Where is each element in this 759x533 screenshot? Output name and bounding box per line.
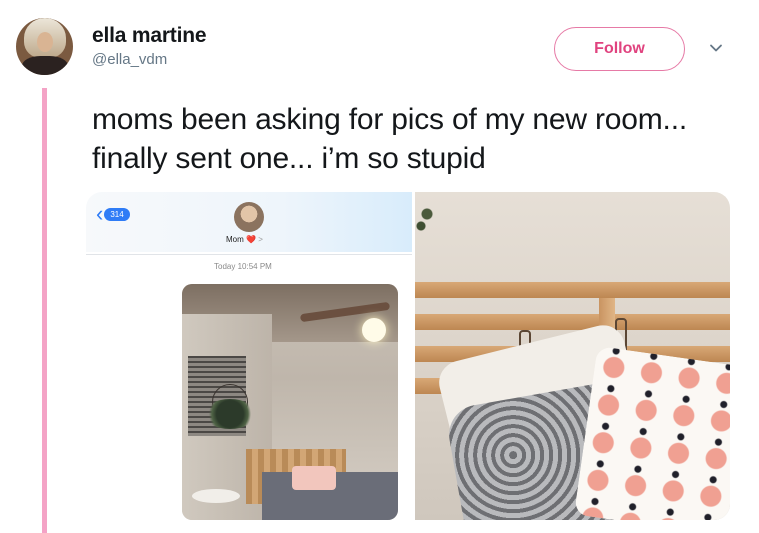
follow-button[interactable]: Follow [554,27,685,71]
nightstand [192,489,240,503]
tweet-text: moms been asking for pics of my new room… [92,103,687,175]
avatar[interactable] [16,18,73,75]
floral-pillow-pattern [573,345,730,520]
thread-line [42,88,47,533]
divider [86,254,412,255]
contact-avatar [234,202,264,232]
contact-name: Mom ❤️ > [226,235,263,244]
heart-icon: ❤️ [246,235,256,244]
chevron-left-icon: ‹ [96,201,104,226]
unread-count-badge: 314 [104,207,130,221]
author-handle[interactable]: @ella_vdm [92,51,167,68]
ceiling-fan-light [362,318,386,342]
author-name[interactable]: ella martine [92,24,207,48]
tweet-media[interactable]: ‹ 314 Mom ❤️ > Today 10:54 PM [86,192,730,520]
imessage-screenshot[interactable]: ‹ 314 Mom ❤️ > Today 10:54 PM [86,192,412,520]
chevron-right-icon: > [258,235,263,244]
avatar-face [37,32,53,52]
headboard-rail [415,282,730,298]
hanging-plant [204,399,256,429]
plant-leaves [415,198,445,238]
room-photo-message [182,284,398,520]
back-button[interactable]: ‹ 314 [96,201,130,226]
chevron-down-icon[interactable] [708,40,724,56]
message-timestamp: Today 10:54 PM [214,262,272,271]
floral-pillow [292,466,336,490]
contact-name-text: Mom [226,235,244,244]
bed-photo[interactable] [415,192,730,520]
headboard-rail [415,314,730,330]
avatar-body [22,56,68,75]
